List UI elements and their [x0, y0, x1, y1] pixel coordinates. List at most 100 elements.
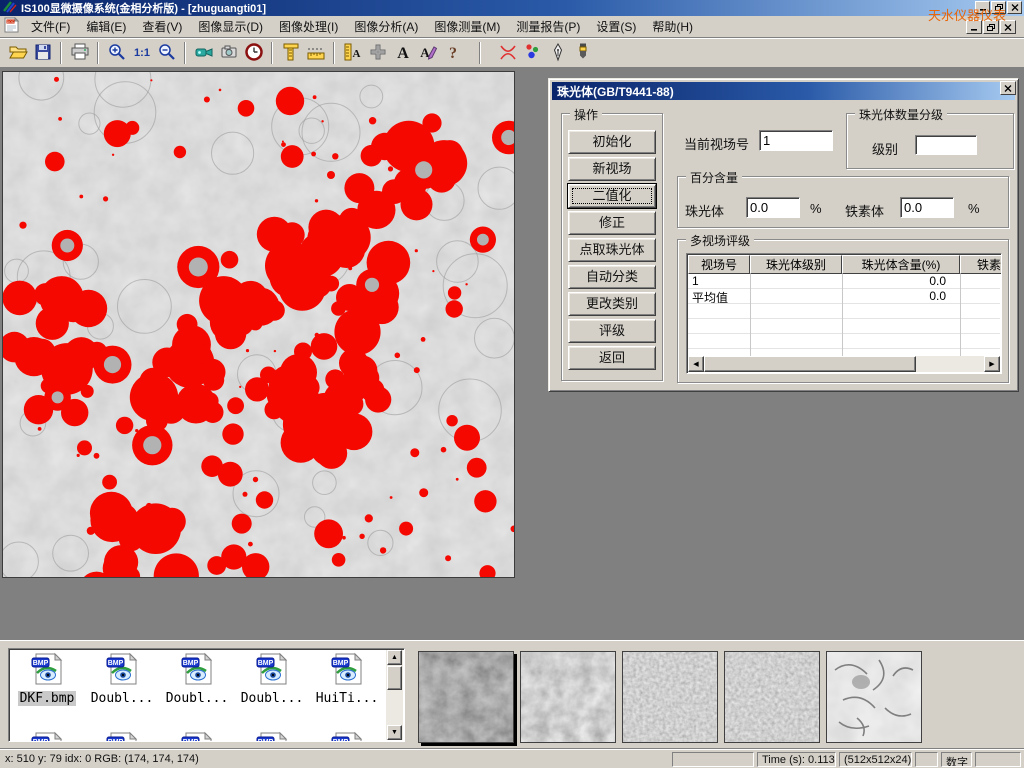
initialize-button[interactable]: 初始化	[568, 130, 656, 154]
scroll-right-button[interactable]: ▶	[984, 356, 1000, 372]
svg-text:BMP: BMP	[258, 660, 274, 667]
table-row[interactable]: 平均值0.0	[688, 289, 1000, 304]
auto-classify-button[interactable]: 自动分类	[568, 265, 656, 289]
column-header-2[interactable]: 珠光体含量(%)	[842, 255, 960, 274]
thumbnail-1[interactable]	[418, 651, 514, 743]
menu-item-view[interactable]: 查看(V)	[134, 18, 190, 36]
curve-tool-button[interactable]	[495, 41, 520, 65]
scroll-thumb[interactable]	[704, 356, 916, 372]
file-scroll-up-button[interactable]: ▲	[387, 650, 402, 665]
open-button[interactable]	[5, 41, 30, 65]
document-icon[interactable]: DOC	[4, 17, 19, 36]
text-edit-icon: A	[418, 42, 438, 65]
column-header-0[interactable]: 视场号	[688, 255, 750, 274]
pearlite-percent-input[interactable]: 0.0	[746, 197, 800, 218]
change-class-button[interactable]: 更改类别	[568, 292, 656, 316]
menu-item-file[interactable]: 文件(F)	[23, 18, 78, 36]
menu-item-settings[interactable]: 设置(S)	[588, 18, 644, 36]
svg-text:BMP: BMP	[183, 739, 199, 742]
zoom-out-button[interactable]	[154, 41, 179, 65]
grading-table: 视场号珠光体级别珠光体含量(%)铁素体 10.0平均值0.0 ◀ ▶	[686, 253, 1002, 374]
caliper-button[interactable]	[278, 41, 303, 65]
column-header-1[interactable]: 珠光体级别	[750, 255, 842, 274]
pen-tool-button[interactable]	[545, 41, 570, 65]
thumbnail-4[interactable]	[724, 651, 820, 743]
correct-button[interactable]: 修正	[568, 211, 656, 235]
file-item-partial[interactable]: BMP	[161, 731, 233, 742]
ferrite-percent-input[interactable]: 0.0	[900, 197, 954, 218]
file-item-partial[interactable]: BMP	[11, 731, 83, 742]
menu-item-edit[interactable]: 编辑(E)	[78, 18, 134, 36]
bmp-file-icon: BMP	[161, 731, 233, 742]
clock-icon	[244, 42, 264, 65]
table-row[interactable]: 10.0	[688, 274, 1000, 289]
table-cell: 平均值	[688, 289, 750, 303]
window-close-button[interactable]	[1007, 1, 1022, 14]
file-item[interactable]: BMP HuiTi...	[311, 652, 383, 706]
save-button[interactable]	[30, 41, 55, 65]
grade-button[interactable]: 评级	[568, 319, 656, 343]
binarize-button[interactable]: 二值化	[568, 184, 656, 208]
table-empty-row	[688, 319, 1000, 334]
brush-tool-button[interactable]	[570, 41, 595, 65]
menu-item-measure-report[interactable]: 测量报告(P)	[508, 18, 588, 36]
file-item-partial[interactable]: BMP	[311, 731, 383, 742]
return-button[interactable]: 返回	[568, 346, 656, 370]
table-empty-row	[688, 334, 1000, 349]
menu-bar: DOC 文件(F)编辑(E)查看(V)图像显示(D)图像处理(I)图像分析(A)…	[0, 16, 1024, 38]
phase-particles-button[interactable]	[520, 41, 545, 65]
thumbnail-2[interactable]	[520, 651, 616, 743]
brush-icon	[573, 42, 593, 65]
print-button[interactable]	[67, 41, 92, 65]
timer-button[interactable]	[241, 41, 266, 65]
dialog-title-bar[interactable]: 珠光体(GB/T9441-88)	[552, 82, 1015, 100]
file-browser: ▲ ▼ BMPDKF.bmpBMPBMPDoubl...BMPBMPDoubl.…	[8, 648, 405, 742]
pearlite-unit-label: %	[810, 201, 822, 216]
menu-item-help[interactable]: 帮助(H)	[644, 18, 701, 36]
menu-item-image-display[interactable]: 图像显示(D)	[190, 18, 271, 36]
scroll-left-button[interactable]: ◀	[688, 356, 704, 372]
column-header-3[interactable]: 铁素体	[960, 255, 1002, 274]
file-list-scrollbar[interactable]: ▲ ▼	[386, 650, 403, 740]
file-scroll-down-button[interactable]: ▼	[387, 725, 402, 740]
file-item[interactable]: BMPDKF.bmp	[11, 652, 83, 706]
file-scroll-thumb[interactable]	[387, 666, 402, 690]
table-horizontal-scrollbar[interactable]: ◀ ▶	[688, 356, 1000, 372]
svg-text:A: A	[397, 45, 409, 62]
menu-item-image-measure[interactable]: 图像测量(M)	[426, 18, 508, 36]
file-item[interactable]: BMPDoubl...	[236, 652, 308, 706]
svg-text:BMP: BMP	[333, 660, 349, 667]
file-item-partial[interactable]: BMP	[86, 731, 158, 742]
new-field-button[interactable]: 新视场	[568, 157, 656, 181]
file-name-label: HuiTi...	[314, 691, 381, 706]
help-button[interactable]: ?	[440, 41, 465, 65]
bmp-file-icon: BMP	[236, 652, 308, 689]
svg-text:BMP: BMP	[33, 739, 49, 742]
dialog-close-button[interactable]	[1000, 81, 1016, 95]
svg-text:BMP: BMP	[108, 739, 124, 742]
file-item[interactable]: BMPDoubl...	[86, 652, 158, 706]
actual-size-button[interactable]: 1:1	[129, 41, 154, 65]
video-capture-button[interactable]	[191, 41, 216, 65]
file-item-partial[interactable]: BMP	[236, 731, 308, 742]
annotate-button[interactable]: A	[415, 41, 440, 65]
pick-pearlite-button[interactable]: 点取珠光体	[568, 238, 656, 262]
text-button[interactable]: A	[390, 41, 415, 65]
current-field-input[interactable]: 1	[759, 130, 833, 151]
micrograph-image[interactable]	[2, 71, 515, 578]
menu-item-image-processing[interactable]: 图像处理(I)	[271, 18, 346, 36]
zoom-in-button[interactable]	[104, 41, 129, 65]
grade-input[interactable]	[915, 135, 977, 155]
snapshot-button[interactable]	[216, 41, 241, 65]
status-panel-blank-1	[672, 752, 754, 767]
ruler-button[interactable]	[303, 41, 328, 65]
file-item[interactable]: BMPDoubl...	[161, 652, 233, 706]
svg-text:DOC: DOC	[7, 20, 15, 24]
thumbnail-3[interactable]	[622, 651, 718, 743]
measure-label-button[interactable]: A	[340, 41, 365, 65]
bmp-file-icon: BMP	[11, 652, 83, 689]
current-field-label: 当前视场号	[684, 134, 749, 153]
thumbnail-5[interactable]	[826, 651, 922, 743]
grid-button[interactable]	[365, 41, 390, 65]
menu-item-image-analysis[interactable]: 图像分析(A)	[346, 18, 426, 36]
